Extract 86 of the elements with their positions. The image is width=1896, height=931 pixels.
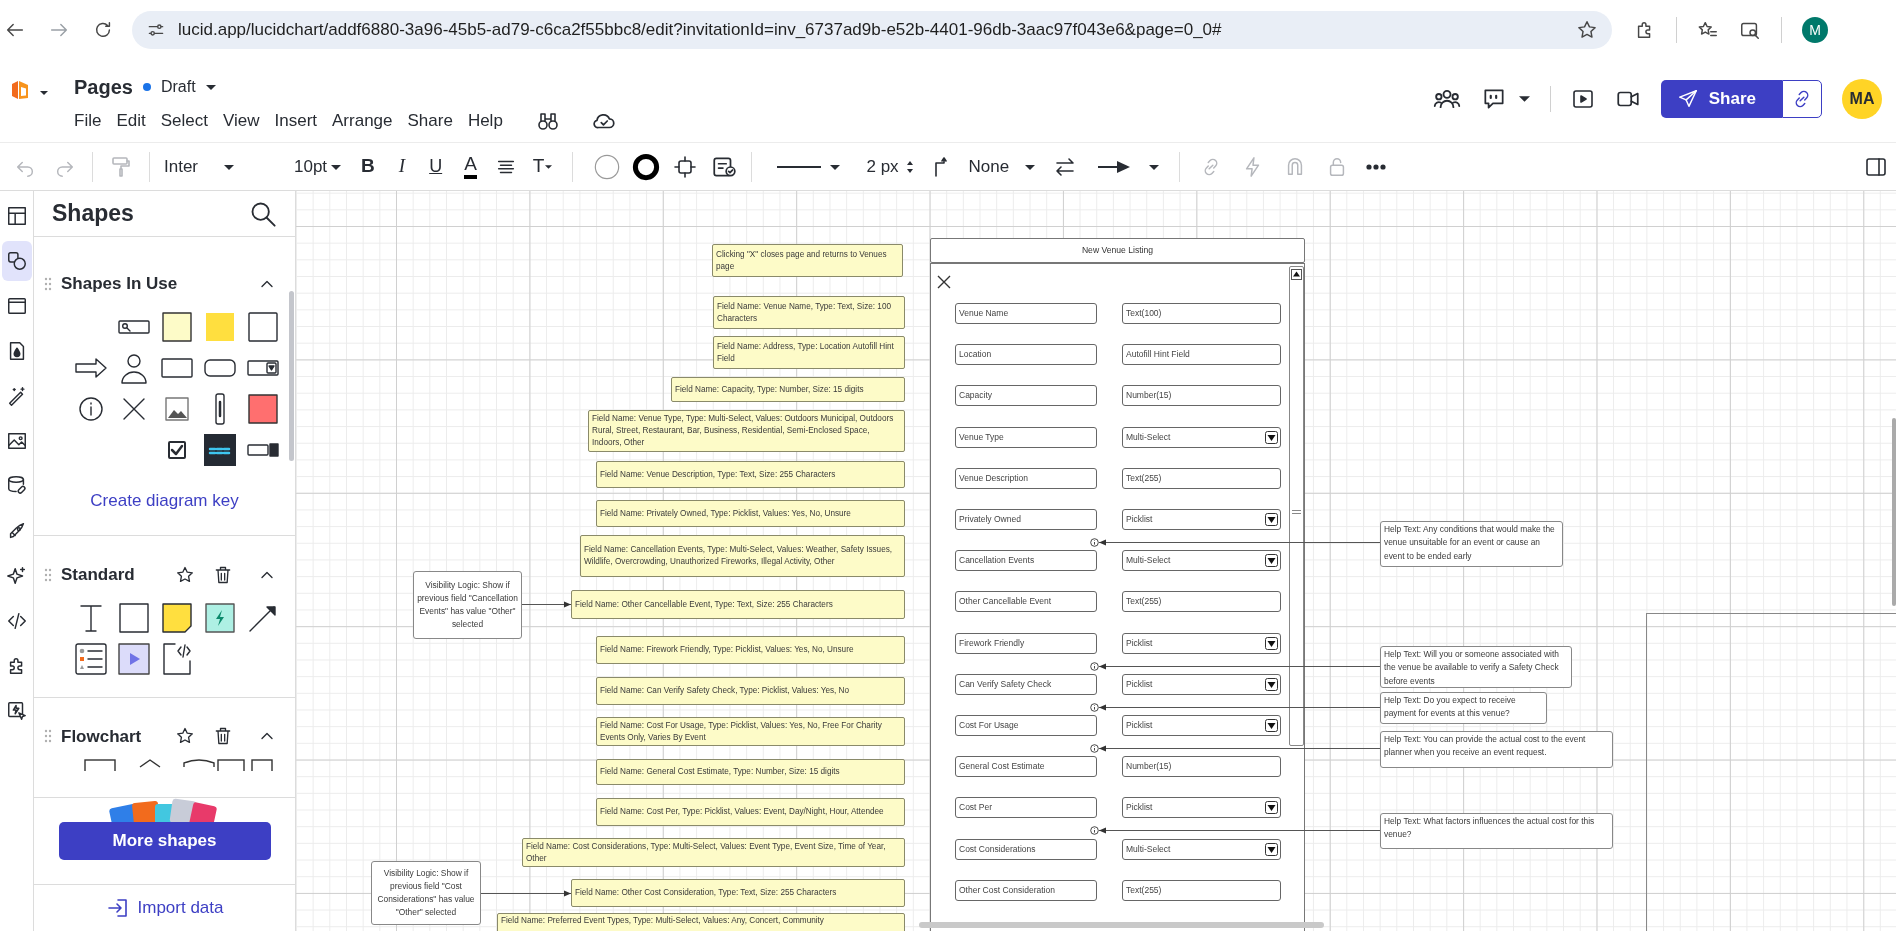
help-text-note[interactable]: Help Text: What factors influences the actual cost for this venue? bbox=[1380, 813, 1613, 849]
sticky-note[interactable]: Field Name: Venue Name, Type: Text, Size: 100 Characters bbox=[713, 296, 905, 329]
label-field[interactable]: Firework Friendly bbox=[955, 633, 1097, 654]
label-field[interactable]: Other Cost Consideration bbox=[955, 880, 1097, 901]
label-field[interactable]: Venue Description bbox=[955, 468, 1097, 489]
sticky-note[interactable]: Field Name: Can Verify Safety Check, Type: Picklist, Values: Yes, No bbox=[596, 677, 905, 705]
sticky-note[interactable]: Field Name: Privately Owned, Type: Picklist, Values: Yes, No, Unsure bbox=[596, 500, 905, 527]
menu-item[interactable]: Arrange bbox=[326, 108, 399, 134]
dropdown-field[interactable]: Picklist bbox=[1122, 715, 1281, 736]
sticky-note[interactable]: Field Name: Cancellation Events, Type: Multi-Select, Values: Weather, Safety Issues, Wildlife, Overcrowding, Unauthorized Fireworks, Illegal Activity, Other bbox=[580, 535, 905, 577]
sticky-note[interactable]: Clicking "X" closes page and returns to Venues page bbox=[712, 244, 903, 277]
dropdown-field[interactable]: Picklist bbox=[1122, 633, 1281, 654]
logic-note[interactable]: Visibility Logic: Show if previous field "Cost Considerations" has value "Other" selected bbox=[371, 861, 481, 925]
italic-button[interactable]: I bbox=[392, 148, 412, 185]
sticky-note[interactable]: Field Name: Capacity, Type: Number, Size: 15 digits bbox=[671, 377, 905, 402]
menu-item[interactable]: View bbox=[216, 108, 266, 134]
dropdown-field[interactable]: Multi-Select bbox=[1122, 839, 1281, 860]
sticky-note[interactable]: Field Name: Other Cost Consideration, Type: Text, Size: 255 Characters bbox=[571, 879, 905, 907]
sticky-note[interactable]: Field Name: Venue Type, Type: Multi-Select, Values: Outdoors Municipal, Outdoors Rural, Street, Restaurant, Bar, Business, Residential, Semi-Enclosed Space, Indoors, Other bbox=[588, 410, 905, 452]
menu-item[interactable]: Share bbox=[401, 108, 459, 134]
label-field[interactable]: Venue Name bbox=[955, 303, 1097, 324]
import-data-link[interactable]: Import data bbox=[105, 895, 224, 921]
input-field[interactable]: Text(255) bbox=[1122, 880, 1281, 901]
label-field[interactable]: Other Cancellable Event bbox=[955, 591, 1097, 612]
label-field[interactable]: Location bbox=[955, 344, 1097, 365]
section-title[interactable]: Flowchart bbox=[61, 723, 142, 749]
input-field[interactable]: Text(255) bbox=[1122, 468, 1281, 489]
dropdown-field[interactable]: Picklist bbox=[1122, 674, 1281, 695]
sticky-note[interactable]: Field Name: Venue Description, Type: Text, Size: 255 Characters bbox=[596, 461, 905, 488]
dropdown-field[interactable]: Picklist bbox=[1122, 509, 1281, 530]
menu-item[interactable]: Insert bbox=[268, 108, 324, 134]
label-field[interactable]: Cost Considerations bbox=[955, 839, 1097, 860]
label-field[interactable]: General Cost Estimate bbox=[955, 756, 1097, 777]
address-bar[interactable]: lucid.app/lucidchart/addf6880-3a96-45b5-ad79-c6ca2f55bbc8/edit?invitationId=inv_6737ad9b-e52b-4401-96db-3aac97f043e6&page=0_0# bbox=[132, 11, 1612, 49]
user-avatar[interactable]: MA bbox=[1842, 79, 1882, 119]
sticky-note[interactable]: Field Name: Address, Type: Location Autofill Hint Field bbox=[713, 336, 905, 369]
sticky-note[interactable]: Field Name: Other Cancellable Event, Type: Text, Size: 255 Characters bbox=[571, 590, 905, 619]
dropdown-field[interactable]: Multi-Select bbox=[1122, 427, 1281, 448]
label-field[interactable]: Can Verify Safety Check bbox=[955, 674, 1097, 695]
document-status[interactable]: Draft bbox=[160, 75, 196, 99]
section-title[interactable]: Shapes In Use bbox=[61, 271, 178, 297]
logic-note[interactable]: Visibility Logic: Show if previous field "Cancellation Events" has value "Other" selected bbox=[413, 571, 522, 639]
text-color-button[interactable]: A bbox=[458, 148, 483, 185]
sticky-note[interactable]: Field Name: Cost For Usage, Type: Picklist, Values: Yes, No, Free For Charity Events Only, Varies By Event bbox=[596, 717, 905, 746]
sticky-note[interactable]: Field Name: Cost Per, Type: Picklist, Values: Event, Day/Night, Hour, Attendee bbox=[596, 798, 905, 826]
input-field[interactable]: Text(255) bbox=[1122, 591, 1281, 612]
font-size-dropdown[interactable]: 10pt bbox=[288, 148, 348, 185]
bold-button[interactable]: B bbox=[355, 148, 381, 185]
label-field[interactable]: Cancellation Events bbox=[955, 550, 1097, 571]
profile-avatar[interactable]: M bbox=[1802, 17, 1828, 43]
dropdown-field[interactable]: Multi-Select bbox=[1122, 550, 1281, 571]
font-dropdown[interactable]: Inter bbox=[158, 148, 262, 185]
sticky-note[interactable]: Field Name: General Cost Estimate, Type: Number, Size: 15 digits bbox=[596, 759, 905, 785]
dropdown-field[interactable]: Picklist bbox=[1122, 797, 1281, 818]
panel-title: Shapes bbox=[52, 199, 134, 229]
form-title-bar[interactable]: New Venue Listing bbox=[930, 238, 1305, 263]
document-title[interactable]: Pages bbox=[74, 72, 133, 102]
sticky-note[interactable]: Field Name: Firework Friendly, Type: Picklist, Values: Yes, No, Unsure bbox=[596, 636, 905, 664]
help-text-note[interactable]: Help Text: Do you expect to receive payment for events at this venue? bbox=[1380, 692, 1547, 724]
section-title[interactable]: Standard bbox=[61, 562, 135, 588]
menu-item[interactable]: File bbox=[68, 108, 108, 134]
input-field[interactable]: Number(15) bbox=[1122, 756, 1281, 777]
help-text-note[interactable]: Help Text: Will you or someone associated with the venue be available to verify a Safety Check before events bbox=[1380, 646, 1572, 688]
label-field[interactable]: Cost For Usage bbox=[955, 715, 1097, 736]
menu-item[interactable]: Edit bbox=[110, 108, 152, 134]
sticky-note[interactable]: Field Name: Preferred Event Types, Type: Multi-Select, Values: Any, Concert, Community bbox=[497, 913, 905, 931]
sticky-note[interactable]: Field Name: Cost Considerations, Type: Multi-Select, Values: Event Type, Event Size, Time of Year, Other bbox=[522, 838, 905, 867]
share-button[interactable]: Share bbox=[1660, 80, 1782, 118]
input-field[interactable]: Text(100) bbox=[1122, 303, 1281, 324]
help-text-note[interactable]: Help Text: Any conditions that would make the venue unsuitable for an event or cause an event to be ended early bbox=[1380, 521, 1563, 567]
menu-item[interactable]: Help bbox=[461, 108, 509, 134]
menu-item[interactable]: Select bbox=[154, 108, 214, 134]
line-width-stepper[interactable]: 2 px bbox=[860, 148, 921, 185]
text-style-button[interactable]: T bbox=[526, 148, 559, 185]
line-end-dropdown[interactable]: None bbox=[962, 148, 1042, 185]
url-text: lucid.app/lucidchart/addf6880-3a96-45b5-ad79-c6ca2f55bbc8/edit?invitationId=inv_6737ad9b-e52b-4401-96db-3aac97f043e6&page=0_0# bbox=[178, 19, 1223, 42]
input-field[interactable]: Number(15) bbox=[1122, 385, 1281, 406]
create-key-link[interactable]: Create diagram key bbox=[90, 490, 239, 510]
label-field[interactable]: Cost Per bbox=[955, 797, 1097, 818]
label-field[interactable]: Privately Owned bbox=[955, 509, 1097, 530]
underline-button[interactable]: U bbox=[423, 148, 449, 185]
label-field[interactable]: Capacity bbox=[955, 385, 1097, 406]
more-shapes-button[interactable]: More shapes bbox=[58, 822, 271, 860]
label-field[interactable]: Venue Type bbox=[955, 427, 1097, 448]
input-field[interactable]: Autofill Hint Field bbox=[1122, 344, 1281, 365]
help-text-note[interactable]: Help Text: You can provide the actual cost to the event planner when you receive an event request. bbox=[1380, 731, 1613, 768]
